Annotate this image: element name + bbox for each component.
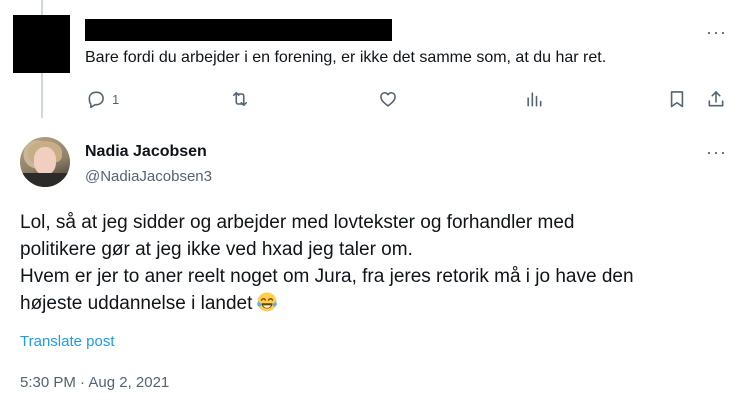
redacted-username bbox=[85, 19, 392, 41]
reply-button[interactable]: 1 bbox=[86, 89, 119, 109]
reply-text: Bare fordi du arbejder i en forening, er… bbox=[85, 49, 607, 66]
tweet-line: politikere gør at jeg ikke ved hxad jeg … bbox=[20, 239, 413, 260]
views-button[interactable] bbox=[524, 89, 550, 109]
tweet-more-icon[interactable]: ··· bbox=[706, 143, 727, 161]
bookmark-icon bbox=[670, 91, 684, 108]
bookmark-button[interactable] bbox=[667, 89, 687, 109]
share-icon bbox=[708, 91, 724, 107]
like-button[interactable] bbox=[378, 89, 404, 109]
share-button[interactable] bbox=[706, 89, 726, 109]
heart-icon bbox=[380, 91, 396, 107]
reply-tweet[interactable]: ··· Bare fordi du arbejder i en forening… bbox=[0, 0, 746, 120]
tweet-line: Hvem er jer to aner reelt noget om Jura,… bbox=[20, 266, 634, 287]
reply-more-icon[interactable]: ··· bbox=[706, 23, 727, 41]
author-handle[interactable]: @NadiaJacobsen3 bbox=[85, 167, 212, 187]
tweet-line-last: højeste uddannelse i landet bbox=[20, 290, 735, 317]
retweet-icon bbox=[232, 91, 248, 107]
tweet-body: Lol, så at jeg sidder og arbejder med lo… bbox=[20, 209, 735, 317]
tweet-timestamp[interactable]: 5:30 PM · Aug 2, 2021 bbox=[20, 373, 169, 393]
tweet-line: Lol, så at jeg sidder og arbejder med lo… bbox=[20, 212, 575, 233]
tweet-line: højeste uddannelse i landet bbox=[20, 293, 253, 314]
avatar[interactable] bbox=[20, 137, 70, 187]
redacted-avatar bbox=[13, 15, 70, 73]
retweet-button[interactable] bbox=[230, 89, 256, 109]
tears-of-joy-emoji-icon bbox=[257, 292, 278, 312]
translate-post-link[interactable]: Translate post bbox=[20, 332, 115, 352]
reply-count: 1 bbox=[112, 91, 120, 107]
comment-icon bbox=[88, 91, 104, 109]
author-name[interactable]: Nadia Jacobsen bbox=[85, 142, 207, 162]
analytics-icon bbox=[527, 92, 542, 107]
